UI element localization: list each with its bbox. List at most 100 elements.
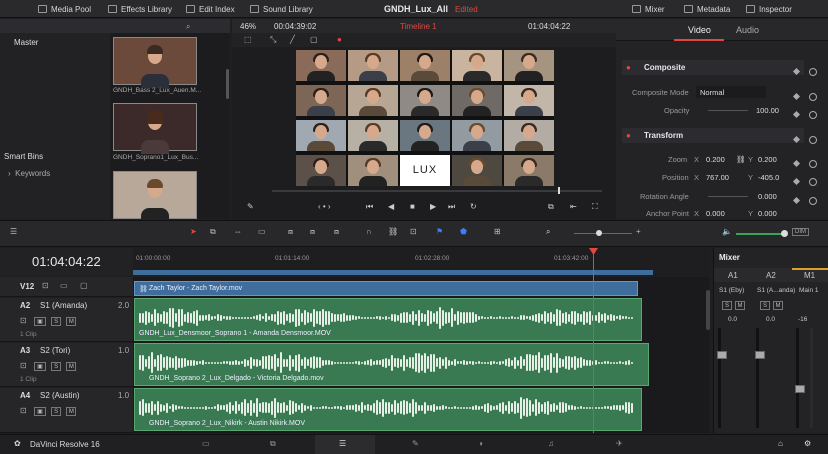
snapping-icon[interactable]: ∩	[366, 227, 372, 236]
crop-icon[interactable]: ⤡	[270, 35, 276, 45]
toggle-dot-icon[interactable]: ●	[626, 63, 631, 72]
insert-icon[interactable]: ⧈	[288, 227, 293, 237]
loop-icon[interactable]: ↻	[470, 202, 477, 211]
replace-icon[interactable]: ⧈	[334, 227, 339, 237]
color-page-icon[interactable]: ◑	[478, 439, 483, 448]
timeline-ruler[interactable]: 01:00:00:00 01:01:14:00 01:02:28:00 01:0…	[133, 248, 709, 276]
channel-fader[interactable]	[795, 385, 805, 393]
settings-gear-icon[interactable]: ⚙	[804, 439, 811, 448]
timeline-scrollbar[interactable]	[706, 290, 710, 330]
zoom-out-icon[interactable]: ⌕	[546, 227, 550, 237]
toggle-dot-icon[interactable]: ●	[626, 131, 631, 140]
transform-section-header[interactable]: ● Transform	[622, 128, 804, 143]
reset-icon[interactable]	[809, 160, 817, 168]
record-dot-icon[interactable]: ●	[337, 35, 342, 44]
position-x-value[interactable]: 767.00	[706, 173, 729, 182]
reset-icon[interactable]	[809, 93, 817, 101]
reset-icon[interactable]	[809, 136, 817, 144]
scrubber-bar[interactable]	[272, 190, 602, 192]
deliver-page-icon[interactable]: ✈	[616, 439, 623, 448]
speaker-icon[interactable]: 🔈	[722, 227, 732, 236]
bin-master[interactable]: Master	[14, 38, 38, 47]
opacity-value[interactable]: 100.00	[756, 106, 779, 115]
mixer-solo-button[interactable]: S	[760, 301, 770, 310]
lock-icon[interactable]: ⊡	[20, 316, 27, 325]
go-to-start-icon[interactable]: ⏮	[366, 202, 373, 212]
timeline-view-icon[interactable]: ☰	[10, 227, 17, 236]
solo-button[interactable]: S	[51, 407, 62, 416]
smart-bin-keywords[interactable]: › Keywords	[8, 169, 50, 178]
lock-icon[interactable]: ⊡	[20, 361, 27, 370]
master-volume-slider[interactable]	[736, 233, 786, 235]
zoom-y-value[interactable]: 0.200	[758, 155, 777, 164]
composite-mode-select[interactable]: Normal	[696, 86, 766, 98]
track-record-button[interactable]: ▣	[33, 317, 46, 326]
pen-tool-icon[interactable]: ✎	[247, 202, 254, 211]
clip-v12[interactable]: ⛓ Zach Taylor - Zach Taylor.mov	[134, 281, 638, 296]
zoom-x-value[interactable]: 0.200	[706, 155, 725, 164]
thumb-scrollbar[interactable]	[226, 69, 229, 99]
video-enable-icon[interactable]: ▭	[60, 281, 68, 290]
mixer-button[interactable]: Mixer	[632, 0, 665, 18]
tab-video[interactable]: Video	[688, 25, 711, 35]
jog-icon[interactable]: ‹ • ›	[318, 202, 331, 211]
clip-thumb-2[interactable]	[113, 103, 197, 154]
effects-library-button[interactable]: Effects Library	[108, 0, 172, 18]
edit-page-tab[interactable]: ☰	[315, 435, 375, 454]
mute-button[interactable]: M	[66, 407, 77, 416]
channel-fader[interactable]	[755, 351, 765, 359]
anchor-x-value[interactable]: 0.000	[706, 209, 725, 218]
overwrite-icon[interactable]: ⧈	[310, 227, 315, 237]
fairlight-page-icon[interactable]: ♫	[548, 439, 554, 448]
solo-button[interactable]: S	[51, 317, 62, 326]
reset-icon[interactable]	[809, 111, 817, 119]
track-record-button[interactable]: ▣	[33, 407, 46, 416]
mixer-mute-button[interactable]: M	[735, 301, 745, 310]
clip-a3[interactable]: GNDH_Soprano 2_Lux_Delgado - Victoria De…	[134, 343, 649, 386]
dim-button[interactable]: DIM	[792, 228, 809, 236]
zoom-in-icon[interactable]: +	[636, 227, 641, 236]
inspector-button[interactable]: Inspector	[746, 0, 792, 18]
mixer-solo-button[interactable]: S	[722, 301, 732, 310]
home-icon[interactable]: ⌂	[778, 439, 783, 448]
transform-icon[interactable]: ⬚	[244, 35, 252, 44]
reverse-icon[interactable]: ◀	[388, 202, 394, 211]
play-icon[interactable]: ▶	[430, 202, 436, 211]
clip-thumb-1[interactable]	[113, 37, 197, 88]
blade-tool-icon[interactable]: ▭	[258, 227, 266, 236]
timeline-name[interactable]: Timeline 1	[400, 22, 437, 31]
fullscreen-icon[interactable]: ⛶	[592, 202, 598, 212]
rotation-slider[interactable]	[708, 196, 748, 197]
composite-section-header[interactable]: ● Composite	[622, 60, 804, 75]
timeline-zoom-handle[interactable]	[596, 230, 602, 236]
timeline-zoom-slider[interactable]	[574, 233, 632, 234]
media-pool-button[interactable]: Media Pool	[38, 0, 91, 18]
metadata-button[interactable]: Metadata	[684, 0, 730, 18]
anchor-y-value[interactable]: 0.000	[758, 209, 777, 218]
master-volume-handle[interactable]	[781, 230, 788, 237]
dynamic-trim-icon[interactable]: ⇔	[234, 227, 242, 236]
reset-icon[interactable]	[809, 178, 817, 186]
track-record-button[interactable]: ▣	[33, 362, 46, 371]
lock-icon[interactable]: ⊡	[42, 281, 49, 290]
clip-thumb-3[interactable]	[113, 171, 197, 222]
link-clips-icon[interactable]: ⛓	[388, 227, 398, 236]
edit-index-button[interactable]: Edit Index	[186, 0, 235, 18]
fusion-page-icon[interactable]: ✎	[412, 439, 419, 448]
solo-button[interactable]: S	[51, 362, 62, 371]
opacity-slider[interactable]	[708, 110, 748, 111]
cut-page-icon[interactable]: ⧉	[270, 439, 276, 449]
match-frame-icon[interactable]: ⧉	[548, 202, 554, 212]
link-icon[interactable]: ⛓	[736, 155, 746, 164]
search-icon[interactable]: ⌕	[186, 22, 190, 32]
scrubber-playhead[interactable]	[558, 187, 560, 194]
lock-icon[interactable]: ⊡	[20, 406, 27, 415]
flag-icon[interactable]: ⚑	[436, 227, 443, 236]
viewer-zoom[interactable]: 46%	[240, 22, 256, 31]
mixer-mute-button[interactable]: M	[773, 301, 783, 310]
channel-fader[interactable]	[717, 351, 727, 359]
marker-icon[interactable]: ⬟	[460, 227, 467, 236]
media-page-icon[interactable]: ▭	[202, 439, 210, 448]
pen-icon[interactable]: ╱	[290, 35, 295, 44]
track-enable-icon[interactable]: ▢	[80, 281, 88, 290]
